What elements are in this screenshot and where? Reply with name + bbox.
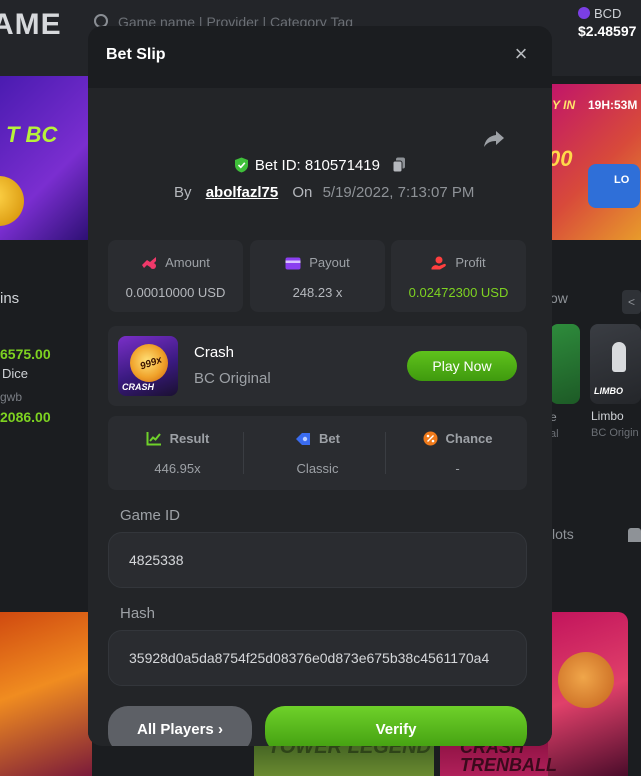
game-tile-dice[interactable] <box>550 324 580 404</box>
games-row-right: ow < LIMBO e al Limbo BC Origin <box>548 280 641 450</box>
hash-field[interactable]: 35928d0a5da8754f25d08376e0d873e675b38c45… <box>108 630 527 686</box>
hash-label: Hash <box>120 605 156 622</box>
bet-column: Bet Classic <box>248 416 387 490</box>
payout-card: Payout 248.23 x <box>250 240 385 312</box>
win-game-1: Dice <box>2 366 29 381</box>
bet-date: 5/19/2022, 7:13:07 PM <box>322 184 475 201</box>
banner-lotto-ticket: LO <box>588 164 640 208</box>
balance-amount: $2.48597 <box>578 23 637 39</box>
payout-header: Payout <box>250 255 385 270</box>
bet-label: Bet <box>319 431 340 446</box>
game-tile-bottom-right[interactable] <box>548 612 628 776</box>
recent-wins-title: ins <box>0 290 20 307</box>
on-label: On <box>292 184 313 201</box>
profit-value: 0.02472300 USD <box>408 285 509 300</box>
result-column: Result 446.95x <box>108 416 247 490</box>
limbo-game-name: Limbo <box>591 409 624 423</box>
bet-icon <box>296 433 311 445</box>
chance-header: Chance <box>388 431 527 446</box>
limbo-provider: BC Origin <box>591 427 639 439</box>
game-tile-limbo[interactable]: LIMBO <box>590 324 641 404</box>
bet-id-label: Bet ID: <box>254 157 301 174</box>
close-button[interactable]: × <box>510 43 532 66</box>
bet-slip-modal: Bet Slip × Bet ID: 810571419 By abolfazl… <box>88 26 552 746</box>
result-icon <box>146 432 161 446</box>
bet-id-value: 810571419 <box>304 157 380 174</box>
banner-ball-graphic <box>0 176 24 226</box>
banner-win-text: Y IN <box>552 98 576 112</box>
bet-header: Bet <box>248 431 387 446</box>
amount-card: Amount 0.00010000 USD <box>108 240 243 312</box>
tile-limbo-label: LIMBO <box>594 386 623 396</box>
divider <box>385 432 386 474</box>
bet-author-row: By abolfazl75 On 5/19/2022, 7:13:07 PM <box>174 184 474 201</box>
profit-header: Profit <box>391 255 526 270</box>
game-id-field[interactable]: 4825338 <box>108 532 527 588</box>
profit-card: Profit 0.02472300 USD <box>391 240 526 312</box>
bet-id-row: Bet ID: 810571419 <box>88 157 552 174</box>
username-link[interactable]: abolfazl75 <box>206 184 279 201</box>
wallet-balance[interactable]: BCD $2.48597 <box>578 6 636 39</box>
payout-label: Payout <box>309 255 350 270</box>
carousel-prev-button[interactable]: < <box>622 290 641 314</box>
promo-banner-left[interactable]: T BC <box>0 76 92 240</box>
crash-game-thumbnail[interactable]: 999x CRASH <box>118 336 178 396</box>
profit-label: Profit <box>455 255 486 270</box>
all-players-label: All Players <box>137 721 214 738</box>
win-user-2: gwb <box>0 390 23 404</box>
shield-check-icon <box>234 157 248 173</box>
promo-banner-right[interactable]: Y IN 19H:53M 00 LO <box>548 84 641 240</box>
bet-value: Classic <box>296 461 339 476</box>
amount-value: 0.00010000 USD <box>125 285 226 300</box>
profit-icon <box>431 256 447 270</box>
payout-value: 248.23 x <box>292 285 343 300</box>
thumb-label: CRASH <box>122 382 155 392</box>
chevron-right-icon: › <box>217 721 223 738</box>
chance-label: Chance <box>445 431 493 446</box>
result-card: Result 446.95x Bet Classic Chance - <box>108 416 527 490</box>
amount-label: Amount <box>165 255 210 270</box>
divider <box>243 432 244 474</box>
verify-button[interactable]: Verify <box>265 706 527 746</box>
banner-timer: 19H:53M <box>588 98 638 112</box>
modal-title: Bet Slip <box>106 46 166 63</box>
chance-icon <box>423 431 438 446</box>
rocket-icon <box>612 342 626 372</box>
win-amount-2: 2086.00 <box>0 409 51 425</box>
amount-header: Amount <box>108 255 243 270</box>
game-provider: BC Original <box>194 370 271 387</box>
share-icon[interactable] <box>482 126 506 150</box>
game-id-label: Game ID <box>120 507 181 524</box>
shiba-graphic <box>558 652 614 708</box>
win-amount-1: 6575.00 <box>0 346 51 362</box>
currency-label: BCD <box>594 6 622 21</box>
by-label: By <box>174 184 192 201</box>
game-tile-bottom-left[interactable] <box>0 612 92 776</box>
section-title: ow <box>550 290 568 306</box>
all-players-button[interactable]: All Players › <box>108 706 252 746</box>
banner-left-text: T BC <box>6 122 58 147</box>
slots-tab[interactable]: lots <box>552 526 574 542</box>
result-value: 446.95x <box>154 461 201 476</box>
game-name: Crash <box>194 344 235 361</box>
result-header: Result <box>108 431 247 446</box>
play-now-button[interactable]: Play Now <box>407 351 517 381</box>
copy-icon[interactable] <box>392 157 406 173</box>
chance-value: - <box>455 461 460 476</box>
bcd-coin-icon <box>578 7 590 19</box>
game-card: 999x CRASH Crash BC Original Play Now <box>108 326 527 406</box>
user-icon <box>628 528 641 542</box>
payout-icon <box>285 257 301 270</box>
site-logo[interactable]: AME <box>0 8 62 42</box>
amount-icon <box>142 257 157 269</box>
result-label: Result <box>169 431 210 446</box>
chance-column: Chance - <box>388 416 527 490</box>
